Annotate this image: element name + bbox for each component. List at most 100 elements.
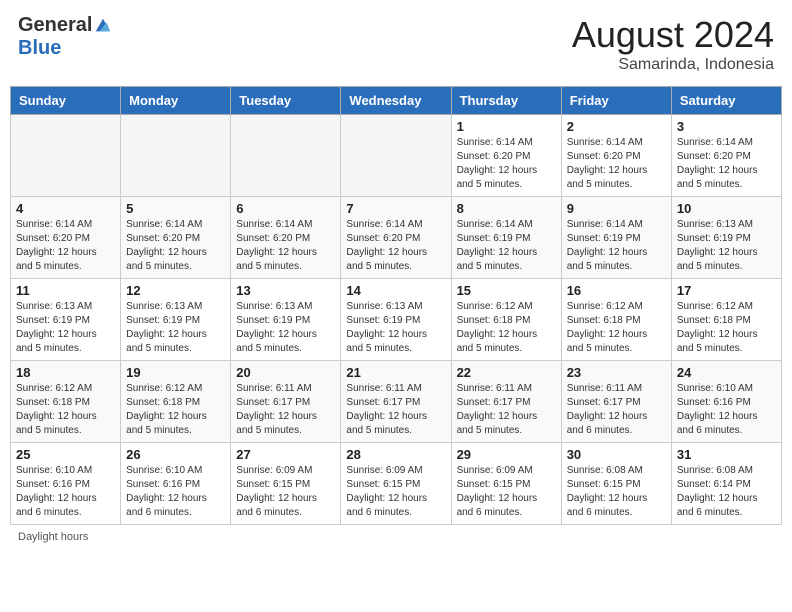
day-info: Sunrise: 6:10 AM Sunset: 6:16 PM Dayligh… <box>677 382 776 438</box>
calendar-cell: 5 Sunrise: 6:14 AM Sunset: 6:20 PM Daylig… <box>121 197 231 279</box>
calendar-cell <box>121 115 231 197</box>
day-number: 29 <box>457 447 556 462</box>
day-number: 1 <box>457 119 556 134</box>
day-info: Sunrise: 6:12 AM Sunset: 6:18 PM Dayligh… <box>457 300 556 356</box>
day-number: 6 <box>236 201 335 216</box>
day-number: 2 <box>567 119 666 134</box>
calendar-cell: 23 Sunrise: 6:11 AM Sunset: 6:17 PM Dayli… <box>561 361 671 443</box>
day-info: Sunrise: 6:11 AM Sunset: 6:17 PM Dayligh… <box>457 382 556 438</box>
calendar-cell <box>231 115 341 197</box>
day-info: Sunrise: 6:12 AM Sunset: 6:18 PM Dayligh… <box>16 382 115 438</box>
day-number: 23 <box>567 365 666 380</box>
calendar-cell: 7Sunrise: 6:14 AM Sunset: 6:20 PM Daylig… <box>341 197 451 279</box>
calendar-cell: 6 Sunrise: 6:14 AM Sunset: 6:20 PM Daylig… <box>231 197 341 279</box>
weekday-friday: Friday <box>561 87 671 115</box>
calendar-cell: 21Sunrise: 6:11 AM Sunset: 6:17 PM Dayli… <box>341 361 451 443</box>
day-info: Sunrise: 6:13 AM Sunset: 6:19 PM Dayligh… <box>677 218 776 274</box>
day-info: Sunrise: 6:13 AM Sunset: 6:19 PM Dayligh… <box>236 300 335 356</box>
day-number: 4 <box>16 201 115 216</box>
weekday-tuesday: Tuesday <box>231 87 341 115</box>
week-row-3: 18 Sunrise: 6:12 AM Sunset: 6:18 PM Dayli… <box>11 361 782 443</box>
weekday-saturday: Saturday <box>671 87 781 115</box>
day-info: Sunrise: 6:09 AM Sunset: 6:15 PM Dayligh… <box>236 464 335 520</box>
weekday-thursday: Thursday <box>451 87 561 115</box>
day-number: 22 <box>457 365 556 380</box>
day-info: Sunrise: 6:13 AM Sunset: 6:19 PM Dayligh… <box>126 300 225 356</box>
calendar-cell: 24 Sunrise: 6:10 AM Sunset: 6:16 PM Dayli… <box>671 361 781 443</box>
day-number: 25 <box>16 447 115 462</box>
day-info: Sunrise: 6:14 AM Sunset: 6:20 PM Dayligh… <box>16 218 115 274</box>
day-number: 11 <box>16 283 115 298</box>
week-row-2: 11 Sunrise: 6:13 AM Sunset: 6:19 PM Dayli… <box>11 279 782 361</box>
day-number: 18 <box>16 365 115 380</box>
location: Samarinda, Indonesia <box>572 56 774 74</box>
calendar-cell: 28 Sunrise: 6:09 AM Sunset: 6:15 PM Dayli… <box>341 443 451 525</box>
day-number: 27 <box>236 447 335 462</box>
logo-general-text: General <box>18 14 92 37</box>
logo-icon <box>94 17 112 35</box>
header: General Blue August 2024 Samarinda, Indo… <box>10 10 782 78</box>
day-info: Sunrise: 6:14 AM Sunset: 6:19 PM Dayligh… <box>567 218 666 274</box>
weekday-wednesday: Wednesday <box>341 87 451 115</box>
day-number: 24 <box>677 365 776 380</box>
day-number: 19 <box>126 365 225 380</box>
calendar-cell: 16 Sunrise: 6:12 AM Sunset: 6:18 PM Dayli… <box>561 279 671 361</box>
calendar-cell: 22 Sunrise: 6:11 AM Sunset: 6:17 PM Dayli… <box>451 361 561 443</box>
day-number: 17 <box>677 283 776 298</box>
day-info: Sunrise: 6:11 AM Sunset: 6:17 PM Dayligh… <box>346 382 445 438</box>
weekday-monday: Monday <box>121 87 231 115</box>
day-number: 20 <box>236 365 335 380</box>
day-number: 13 <box>236 283 335 298</box>
day-number: 16 <box>567 283 666 298</box>
calendar-cell: 29 Sunrise: 6:09 AM Sunset: 6:15 PM Dayli… <box>451 443 561 525</box>
day-info: Sunrise: 6:09 AM Sunset: 6:15 PM Dayligh… <box>346 464 445 520</box>
day-info: Sunrise: 6:10 AM Sunset: 6:16 PM Dayligh… <box>126 464 225 520</box>
calendar-cell: 4 Sunrise: 6:14 AM Sunset: 6:20 PM Daylig… <box>11 197 121 279</box>
calendar-cell: 25 Sunrise: 6:10 AM Sunset: 6:16 PM Dayli… <box>11 443 121 525</box>
day-number: 14 <box>346 283 445 298</box>
day-info: Sunrise: 6:09 AM Sunset: 6:15 PM Dayligh… <box>457 464 556 520</box>
day-number: 8 <box>457 201 556 216</box>
day-number: 7 <box>346 201 445 216</box>
month-year: August 2024 <box>572 14 774 56</box>
calendar-cell: 17 Sunrise: 6:12 AM Sunset: 6:18 PM Dayli… <box>671 279 781 361</box>
week-row-1: 4 Sunrise: 6:14 AM Sunset: 6:20 PM Daylig… <box>11 197 782 279</box>
weekday-header-row: SundayMondayTuesdayWednesdayThursdayFrid… <box>11 87 782 115</box>
day-number: 9 <box>567 201 666 216</box>
day-number: 3 <box>677 119 776 134</box>
day-info: Sunrise: 6:14 AM Sunset: 6:20 PM Dayligh… <box>236 218 335 274</box>
calendar-cell: 1 Sunrise: 6:14 AM Sunset: 6:20 PM Daylig… <box>451 115 561 197</box>
day-number: 15 <box>457 283 556 298</box>
day-info: Sunrise: 6:08 AM Sunset: 6:15 PM Dayligh… <box>567 464 666 520</box>
day-number: 31 <box>677 447 776 462</box>
day-info: Sunrise: 6:12 AM Sunset: 6:18 PM Dayligh… <box>677 300 776 356</box>
calendar-cell: 3Sunrise: 6:14 AM Sunset: 6:20 PM Daylig… <box>671 115 781 197</box>
day-number: 28 <box>346 447 445 462</box>
day-info: Sunrise: 6:11 AM Sunset: 6:17 PM Dayligh… <box>236 382 335 438</box>
calendar-cell: 18 Sunrise: 6:12 AM Sunset: 6:18 PM Dayli… <box>11 361 121 443</box>
day-info: Sunrise: 6:12 AM Sunset: 6:18 PM Dayligh… <box>567 300 666 356</box>
logo-blue-text: Blue <box>18 37 61 60</box>
calendar-cell <box>11 115 121 197</box>
day-info: Sunrise: 6:14 AM Sunset: 6:20 PM Dayligh… <box>567 136 666 192</box>
weekday-sunday: Sunday <box>11 87 121 115</box>
day-info: Sunrise: 6:11 AM Sunset: 6:17 PM Dayligh… <box>567 382 666 438</box>
day-info: Sunrise: 6:13 AM Sunset: 6:19 PM Dayligh… <box>346 300 445 356</box>
logo: General Blue <box>18 14 112 60</box>
title-area: August 2024 Samarinda, Indonesia <box>572 14 774 74</box>
day-number: 26 <box>126 447 225 462</box>
day-info: Sunrise: 6:10 AM Sunset: 6:16 PM Dayligh… <box>16 464 115 520</box>
day-info: Sunrise: 6:14 AM Sunset: 6:20 PM Dayligh… <box>126 218 225 274</box>
day-number: 5 <box>126 201 225 216</box>
calendar-cell: 2 Sunrise: 6:14 AM Sunset: 6:20 PM Daylig… <box>561 115 671 197</box>
calendar-cell: 13 Sunrise: 6:13 AM Sunset: 6:19 PM Dayli… <box>231 279 341 361</box>
day-number: 30 <box>567 447 666 462</box>
calendar-cell: 14 Sunrise: 6:13 AM Sunset: 6:19 PM Dayli… <box>341 279 451 361</box>
week-row-4: 25 Sunrise: 6:10 AM Sunset: 6:16 PM Dayli… <box>11 443 782 525</box>
calendar-cell: 12Sunrise: 6:13 AM Sunset: 6:19 PM Dayli… <box>121 279 231 361</box>
day-info: Sunrise: 6:08 AM Sunset: 6:14 PM Dayligh… <box>677 464 776 520</box>
day-info: Sunrise: 6:14 AM Sunset: 6:19 PM Dayligh… <box>457 218 556 274</box>
calendar-cell: 31 Sunrise: 6:08 AM Sunset: 6:14 PM Dayli… <box>671 443 781 525</box>
day-info: Sunrise: 6:14 AM Sunset: 6:20 PM Dayligh… <box>457 136 556 192</box>
calendar-cell: 15 Sunrise: 6:12 AM Sunset: 6:18 PM Dayli… <box>451 279 561 361</box>
